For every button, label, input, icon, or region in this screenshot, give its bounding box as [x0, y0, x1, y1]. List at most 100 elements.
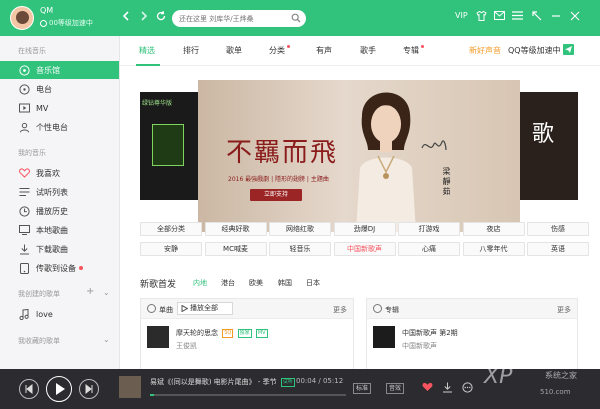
category-button[interactable]: MC喊麦	[204, 242, 267, 256]
album-title[interactable]: 中国新歌声 第2期	[402, 328, 458, 338]
category-button[interactable]: 网络红歌	[269, 222, 331, 236]
search-input[interactable]	[179, 12, 289, 25]
progress-fill	[150, 394, 154, 396]
song-cover[interactable]	[147, 326, 169, 348]
category-button[interactable]: 全部分类	[140, 222, 202, 236]
sidebar-item-local[interactable]: 本地歌曲	[0, 221, 119, 239]
banner-support-button[interactable]: 立即支持	[250, 189, 302, 201]
albums-panel-header: 专辑 更多	[367, 299, 577, 319]
now-playing-cover[interactable]	[119, 376, 141, 398]
sidebar-item-history[interactable]: 播放历史	[0, 202, 119, 220]
sq-badge: SQ	[222, 329, 234, 338]
category-button[interactable]: 英语	[527, 242, 589, 256]
featured-banner[interactable]: 不羈而飛 2016 最強戲劇 | 隱形的翅膀 | 主題曲 立即支持 梁靜茹	[198, 80, 520, 232]
tab-new-dot	[421, 45, 424, 48]
category-button[interactable]: 心痛	[398, 242, 460, 256]
mv-badge[interactable]: MV	[255, 329, 268, 338]
watermark-logo: XP	[484, 364, 513, 389]
minimize-icon[interactable]	[551, 11, 561, 23]
quality-button[interactable]: 标准	[353, 383, 372, 394]
user-avatar[interactable]	[10, 6, 34, 30]
sidebar-item-personal-radio[interactable]: 个性电台	[0, 118, 119, 136]
progress-bar[interactable]	[150, 394, 346, 396]
username[interactable]: QM	[40, 6, 53, 15]
new-songs-tab-korea[interactable]: 韩国	[278, 278, 292, 288]
sidebar-item-label: 下载歌曲	[36, 244, 68, 254]
song-artist[interactable]: 王俊凯	[176, 341, 197, 351]
new-songs-tab-western[interactable]: 欧美	[249, 278, 263, 288]
tab-singers[interactable]: 歌手	[360, 45, 376, 56]
sidebar-item-radio[interactable]: 电台	[0, 80, 119, 98]
search-box[interactable]	[172, 10, 306, 27]
next-slide-text: 歌	[532, 122, 555, 147]
sidebar-item-playlist-love[interactable]: love	[0, 305, 119, 323]
sidebar-item-device[interactable]: 传歌到设备	[0, 259, 119, 277]
tab-charts[interactable]: 排行	[183, 45, 199, 56]
category-button[interactable]: 劲爆DJ	[333, 222, 396, 236]
sidebar-item-mv[interactable]: MV	[0, 99, 119, 117]
vip-link[interactable]: VIP	[455, 11, 468, 20]
new-songs-tab-mainland[interactable]: 内地	[193, 278, 207, 288]
shirt-icon[interactable]	[476, 10, 487, 23]
category-button[interactable]: 安静	[140, 242, 202, 256]
forward-arrow-icon[interactable]	[136, 10, 152, 26]
exclusive-badge: 独家	[237, 329, 252, 338]
new-voice-link[interactable]: 新好声音	[469, 45, 501, 56]
search-icon[interactable]	[291, 13, 301, 25]
sidebar-item-liked[interactable]: 我喜欢	[0, 164, 119, 182]
album-icon	[373, 304, 382, 313]
next-track-button[interactable]	[79, 379, 99, 399]
singles-panel-header: 单曲 播放全部 更多	[141, 299, 353, 319]
chevron-down-icon[interactable]: ⌄	[103, 288, 110, 297]
download-icon	[18, 243, 30, 255]
close-icon[interactable]	[570, 11, 580, 23]
download-icon[interactable]	[442, 382, 453, 396]
category-button[interactable]: 轻音乐	[269, 242, 331, 256]
tab-featured[interactable]: 精选	[139, 45, 155, 56]
previous-track-button[interactable]	[19, 379, 39, 399]
more-options-icon[interactable]	[462, 382, 473, 396]
paper-plane-icon[interactable]	[563, 44, 574, 57]
now-playing-title[interactable]: 易斌《(同以是舞歌) 电影片尾曲》 - 季节 试听	[150, 377, 295, 387]
mail-icon[interactable]	[494, 11, 505, 22]
chevron-down-icon[interactable]: ⌄	[103, 335, 110, 344]
sidebar-item-music-hall[interactable]: 音乐馆	[0, 61, 119, 79]
play-all-button[interactable]: 播放全部	[177, 302, 233, 315]
user-level[interactable]: 00等级加速中	[40, 18, 93, 28]
single-icon	[147, 304, 156, 313]
sidebar-item-trial-list[interactable]: 试听列表	[0, 183, 119, 201]
category-button[interactable]: 打游戏	[398, 222, 460, 236]
play-icon	[181, 304, 189, 316]
playback-time: 00:04 / 05:12	[296, 377, 344, 385]
banner-next-slide[interactable]: 歌	[520, 92, 578, 200]
back-arrow-icon[interactable]	[118, 10, 134, 26]
tab-albums[interactable]: 专辑	[403, 45, 424, 56]
tab-playlists[interactable]: 歌单	[226, 45, 242, 56]
banner-prev-slide[interactable]: 绿钻尊华版	[140, 92, 198, 200]
category-button[interactable]: 夜店	[462, 222, 525, 236]
album-cover[interactable]	[373, 326, 395, 348]
albums-more-link[interactable]: 更多	[557, 305, 571, 315]
play-pause-button[interactable]	[46, 376, 72, 402]
qq-level-link[interactable]: QQ等级加速中	[508, 45, 561, 56]
song-title[interactable]: 摩天轮的思念 SQ 独家 MV	[176, 328, 268, 338]
category-button[interactable]: 中国新歌声	[333, 242, 396, 256]
sidebar-item-downloads[interactable]: 下载歌曲	[0, 240, 119, 258]
album-artist[interactable]: 中国新歌声	[402, 341, 437, 351]
new-songs-tab-japan[interactable]: 日本	[306, 278, 320, 288]
tab-audio[interactable]: 有声	[316, 45, 332, 56]
mini-mode-icon[interactable]	[532, 11, 542, 23]
new-songs-tab-hk-tw[interactable]: 港台	[221, 278, 235, 288]
category-button[interactable]: 伤感	[527, 222, 589, 236]
refresh-icon[interactable]	[153, 10, 169, 26]
menu-icon[interactable]	[512, 11, 523, 22]
sound-effect-button[interactable]: 音效	[386, 383, 405, 394]
singles-more-link[interactable]: 更多	[333, 305, 347, 315]
category-button[interactable]: 经典好歌	[204, 222, 267, 236]
like-heart-icon[interactable]	[422, 382, 433, 395]
singles-panel: 单曲 播放全部 更多 摩天轮的思念 SQ 独家 MV 王俊凯	[140, 298, 354, 369]
tab-categories[interactable]: 分类	[269, 45, 290, 56]
level-icon	[40, 19, 47, 27]
category-button[interactable]: 八零年代	[462, 242, 525, 256]
add-playlist-icon[interactable]: +	[86, 286, 94, 297]
